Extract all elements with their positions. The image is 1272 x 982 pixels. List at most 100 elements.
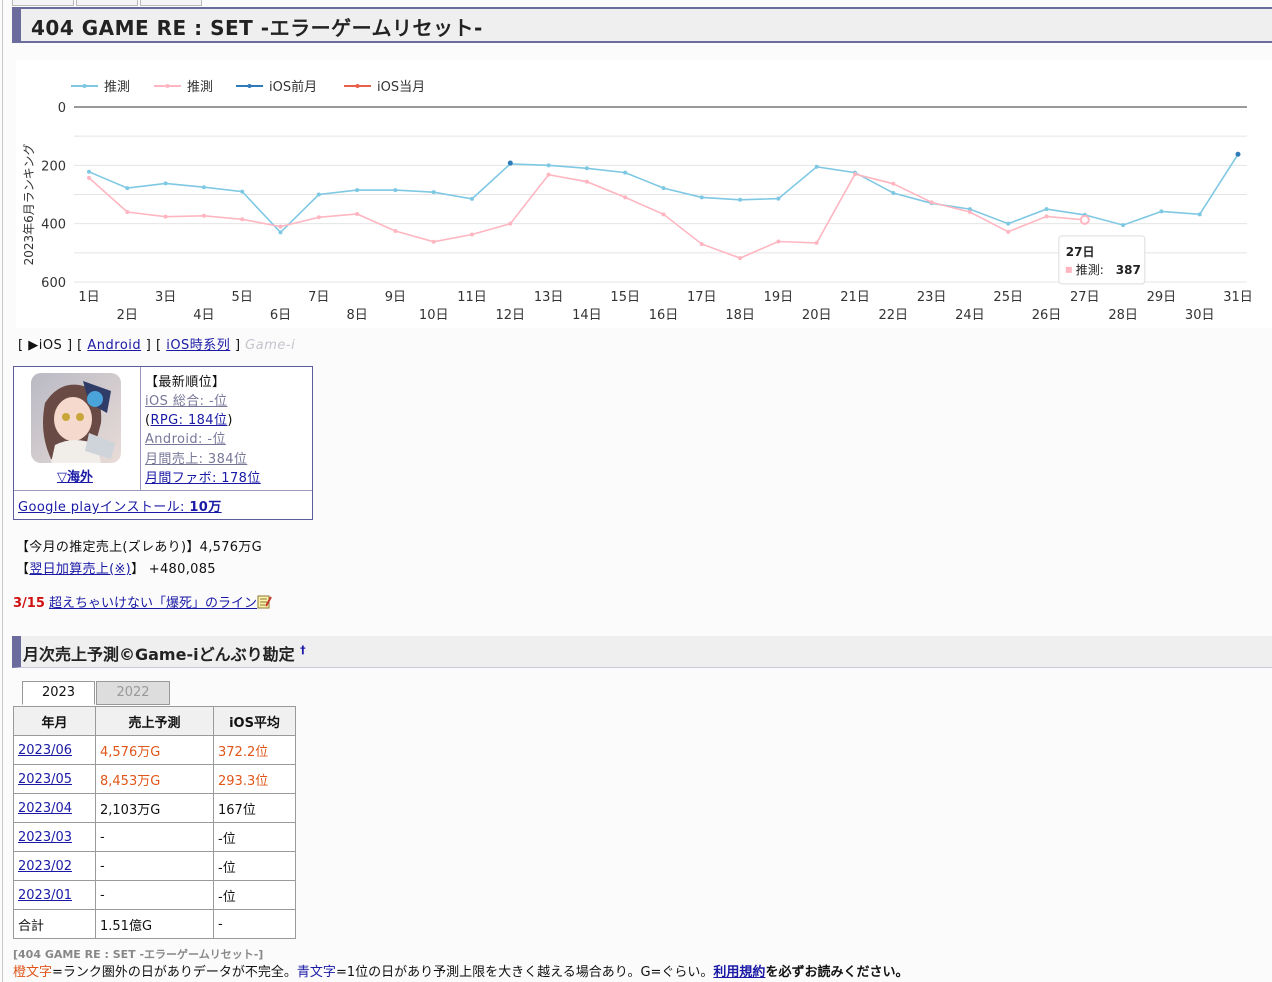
legend-label: 推測 — [104, 80, 130, 95]
nav-ios-timeseries-link[interactable]: iOS時系列 — [166, 338, 230, 353]
nav-ios-current: ▶iOS — [28, 338, 63, 353]
data-point — [1044, 207, 1049, 212]
data-point — [546, 172, 551, 177]
tooltip-title: 27日 — [1066, 245, 1095, 259]
month-link[interactable]: 2023/02 — [18, 859, 72, 874]
data-point — [470, 232, 474, 237]
data-point — [125, 210, 130, 214]
install-label: Google playインストール: — [18, 500, 190, 515]
sales-cell: 4,576万G — [95, 735, 214, 765]
x-tick-label: 14日 — [572, 308, 602, 323]
page-title: 404 GAME RE : SET -エラーゲームリセット- — [31, 16, 483, 40]
table-total-row: 合計 1.51億G - — [13, 909, 296, 939]
month-link-cell: 2023/06 — [13, 735, 96, 765]
data-point — [355, 188, 360, 193]
data-point — [738, 197, 743, 202]
data-point — [661, 212, 666, 217]
month-link[interactable]: 2023/01 — [18, 888, 72, 903]
terms-link[interactable]: 利用規約 — [713, 965, 765, 980]
app-icon[interactable] — [31, 373, 121, 463]
page-header: 404 GAME RE : SET -エラーゲームリセット- — [12, 7, 1272, 43]
tooltip-value: 387 — [1116, 263, 1141, 277]
month-link[interactable]: 2023/04 — [18, 801, 72, 816]
total-avg: - — [213, 909, 296, 939]
x-tick-label: 5日 — [232, 290, 253, 305]
x-tick-label: 18日 — [725, 308, 755, 323]
page-left-border — [2, 0, 3, 982]
x-tick-label: 6日 — [270, 308, 291, 323]
data-point — [776, 239, 781, 244]
data-point — [87, 175, 91, 180]
month-link-cell: 2023/02 — [13, 851, 96, 881]
top-tab[interactable] — [12, 0, 74, 6]
nav-bracket: ] [ — [66, 338, 83, 353]
month-link[interactable]: 2023/05 — [18, 772, 72, 787]
month-link[interactable]: 2023/06 — [18, 743, 72, 758]
month-link-cell: 2023/04 — [13, 793, 96, 823]
footer-legend: 橙文字=ランク圏外の日がありデータが不完全。青文字=1位の日があり予測上限を大き… — [13, 961, 908, 980]
top-tab[interactable] — [76, 0, 138, 6]
tab-2022[interactable]: 2022 — [96, 681, 170, 705]
legend-marker — [165, 84, 170, 88]
y-tick-label: 200 — [41, 159, 66, 174]
data-point — [623, 170, 628, 175]
table-row: 2023/06 4,576万G 372.2位 — [13, 735, 296, 765]
tab-2023[interactable]: 2023 — [22, 681, 95, 705]
x-tick-label: 31日 — [1223, 290, 1253, 305]
data-point — [431, 239, 436, 244]
google-play-install-link[interactable]: Google playインストール: 10万 — [18, 496, 222, 515]
data-point — [891, 191, 896, 196]
x-tick-label: 15日 — [610, 290, 640, 305]
ios-average-cell: -位 — [213, 822, 296, 852]
bracket: 【 — [16, 562, 30, 577]
divider — [140, 367, 141, 490]
x-tick-label: 1日 — [78, 290, 99, 305]
x-tick-label: 11日 — [457, 290, 487, 305]
footer-caption: [404 GAME RE : SET -エラーゲームリセット-] — [13, 948, 264, 961]
data-point — [814, 164, 819, 169]
data-point — [738, 256, 743, 261]
x-tick-label: 10日 — [419, 308, 449, 323]
x-tick-label: 9日 — [385, 290, 406, 305]
data-point — [163, 181, 168, 186]
android-rank-link[interactable]: Android: -位 — [145, 428, 226, 447]
deadline-link[interactable]: 超えちゃいけない「爆死」のライン — [49, 596, 257, 611]
nav-android-link[interactable]: Android — [87, 338, 141, 353]
footer-text: を必ずお読みください。 — [765, 965, 909, 980]
next-day-sales-link[interactable]: 翌日加算売上(※) — [29, 562, 131, 577]
footer-text: =ランク圏外の日がありデータが不完全。 — [52, 965, 297, 980]
ios-average-cell: 372.2位 — [213, 735, 296, 765]
data-point — [584, 166, 589, 171]
data-point-ios-prev — [507, 160, 513, 166]
overseas-link[interactable]: ▽海外 — [57, 466, 93, 485]
nav-bracket: [ — [18, 338, 24, 353]
data-point — [584, 179, 589, 184]
x-tick-label: 22日 — [879, 308, 909, 323]
data-point — [393, 228, 398, 233]
next-day-sales-value: 】 +480,085 — [131, 562, 216, 577]
section-dagger-link[interactable]: † — [300, 644, 306, 657]
table-body: 2023/06 4,576万G 372.2位 2023/05 8,453万G 293.3位… — [13, 735, 296, 939]
month-link-cell: 2023/03 — [13, 822, 96, 852]
ios-total-rank-link[interactable]: iOS 総合: -位 — [145, 390, 227, 409]
monthly-sales-rank-link[interactable]: 月間売上: 384位 — [145, 448, 247, 467]
blue-text-label: 青文字 — [296, 965, 336, 980]
top-tab[interactable] — [140, 0, 202, 6]
month-link[interactable]: 2023/03 — [18, 830, 72, 845]
rpg-rank-link[interactable]: RPG: 184位 — [150, 413, 227, 428]
y-tick-label: 0 — [58, 101, 66, 116]
x-tick-label: 19日 — [764, 290, 794, 305]
sales-cell: - — [95, 822, 214, 852]
data-point — [1044, 214, 1049, 219]
install-value: 10万 — [189, 500, 222, 515]
data-point — [623, 195, 628, 200]
month-link-cell: 2023/01 — [13, 880, 96, 910]
monthly-famitsu-rank-link[interactable]: 月間ファボ: 178位 — [145, 467, 261, 486]
ios-average-cell: -位 — [213, 851, 296, 881]
data-point — [891, 181, 896, 186]
memo-icon[interactable] — [257, 595, 272, 611]
x-tick-label: 29日 — [1147, 290, 1177, 305]
data-point — [699, 195, 704, 200]
data-point — [470, 196, 474, 201]
data-point — [240, 189, 245, 194]
